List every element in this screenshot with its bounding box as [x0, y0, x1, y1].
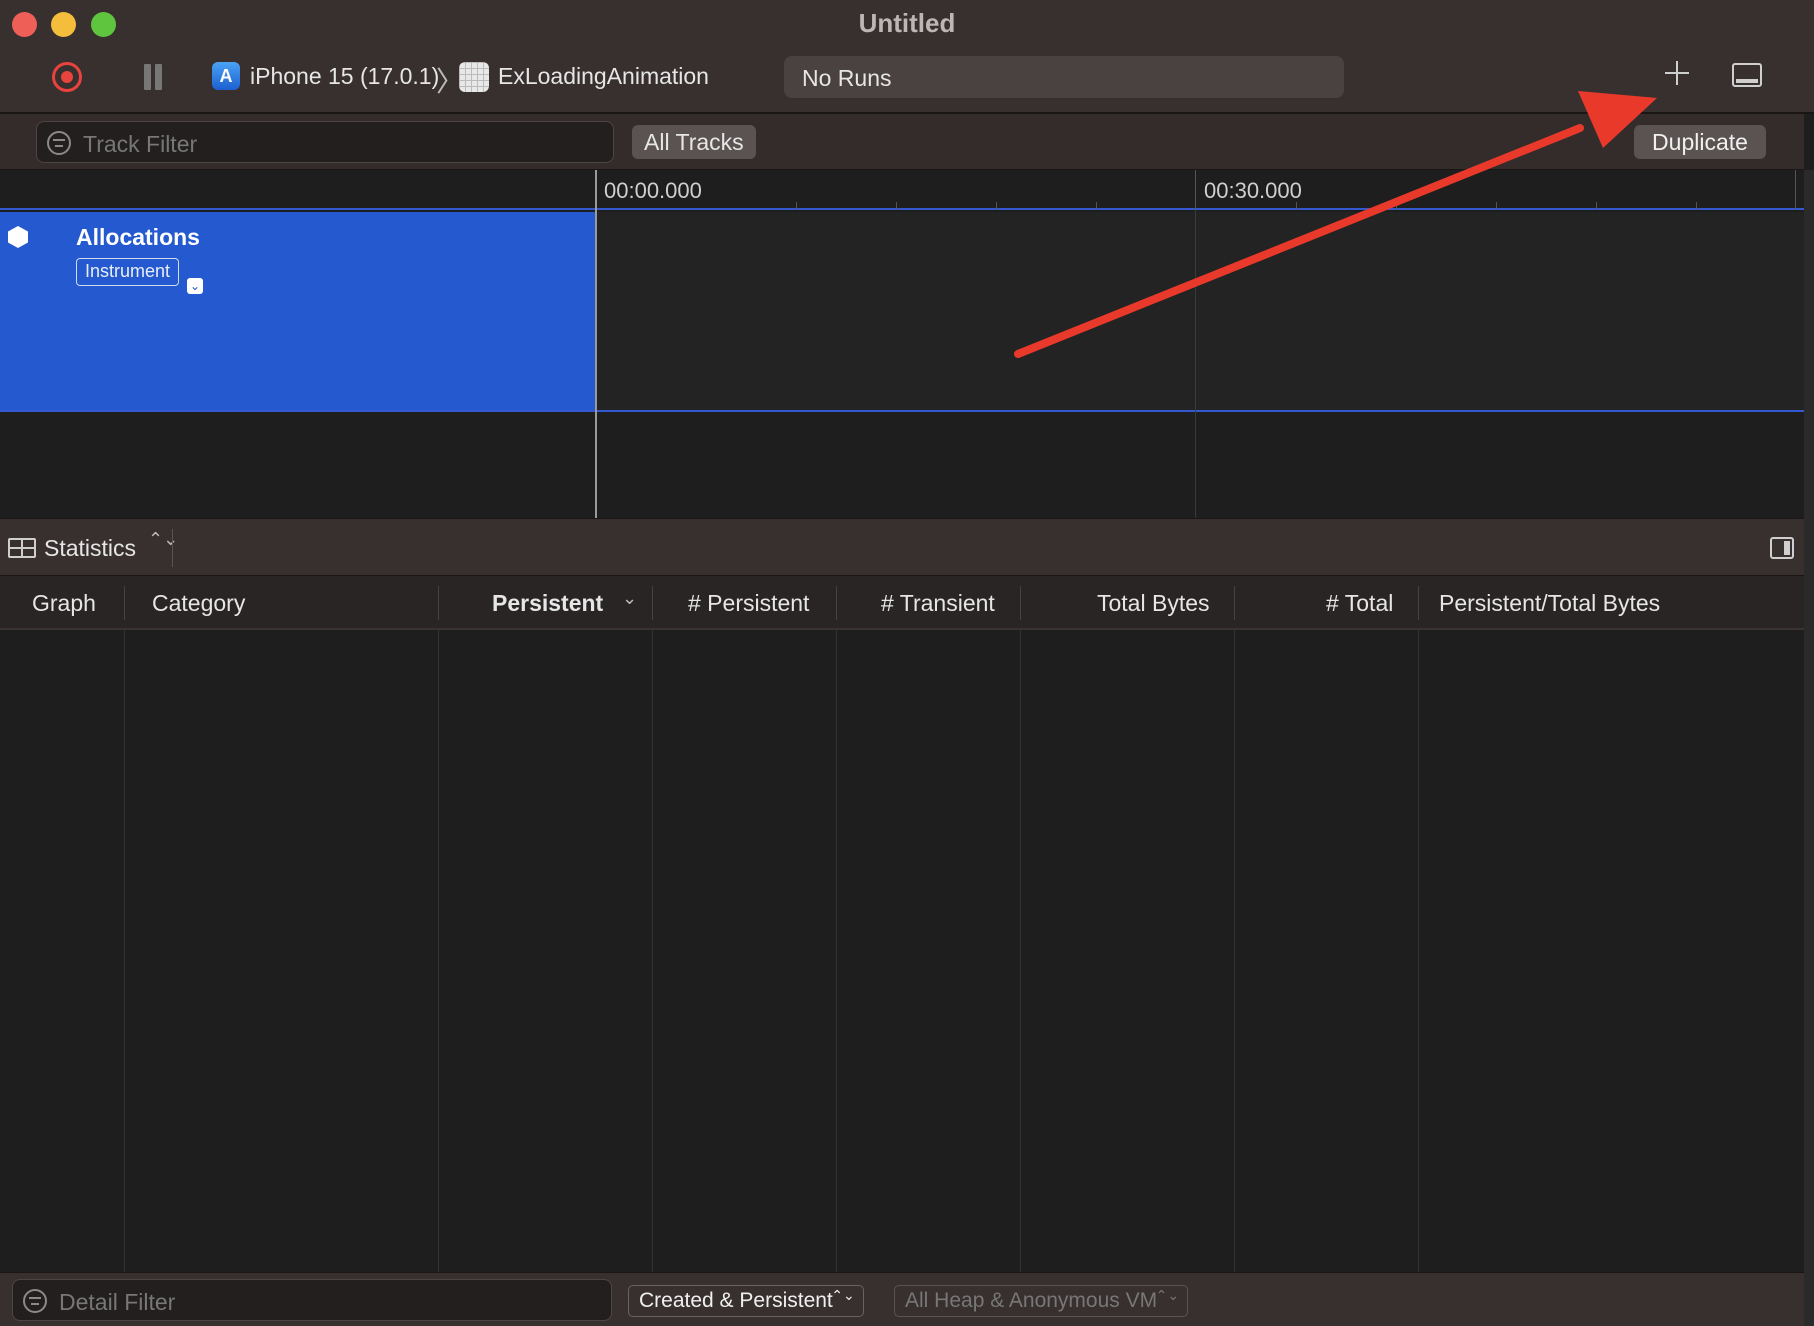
detail-filter-input[interactable]: Detail Filter — [12, 1279, 612, 1321]
xcode-app-icon: A — [212, 62, 240, 90]
column-header-category[interactable]: Category — [152, 590, 245, 617]
duplicate-button[interactable]: Duplicate — [1634, 125, 1766, 159]
column-header-total-count[interactable]: # Total — [1326, 590, 1393, 617]
detail-view-selector[interactable]: Statistics — [44, 535, 136, 562]
window-title: Untitled — [858, 8, 956, 38]
statistics-table[interactable] — [0, 630, 1804, 1272]
allocation-type-value: All Heap & Anonymous VM — [905, 1289, 1158, 1312]
updown-chevron-icon: ⌃⌄ — [831, 1287, 855, 1303]
time-ruler: 00:00.000 00:30.000 — [0, 170, 1804, 210]
updown-chevron-icon[interactable]: ⌃⌄ — [148, 530, 178, 548]
inspector-icon[interactable] — [1770, 537, 1794, 559]
sort-descending-icon[interactable]: ⌄ — [622, 588, 637, 609]
track-type-badge: Instrument — [76, 258, 180, 286]
allocations-track-header[interactable]: Allocations Instrument ⌄ — [0, 212, 596, 412]
runs-label: No Runs — [802, 65, 892, 91]
pause-button[interactable] — [142, 64, 164, 90]
track-title: Allocations — [76, 224, 200, 250]
allocation-lifespan-value: Created & Persistent — [639, 1289, 833, 1312]
column-header-persistent-count[interactable]: # Persistent — [688, 590, 809, 617]
detail-view-bar: Statistics ⌃⌄ — [0, 518, 1804, 576]
table-header: Graph Category Persistent ⌄ # Persistent… — [0, 576, 1804, 630]
allocation-lifespan-popup[interactable]: Created & Persistent ⌃⌄ — [628, 1285, 864, 1317]
table-grid-icon — [8, 538, 36, 558]
column-header-transient-count[interactable]: # Transient — [881, 590, 995, 617]
playhead[interactable] — [595, 170, 597, 518]
allocations-track-graph[interactable] — [596, 212, 1804, 412]
cube-icon — [8, 226, 28, 248]
bottom-panel-icon[interactable] — [1732, 63, 1762, 87]
detail-filter-placeholder: Detail Filter — [59, 1289, 176, 1315]
ruler-tick-label: 00:30.000 — [1204, 178, 1302, 203]
all-tracks-button[interactable]: All Tracks — [632, 125, 756, 159]
updown-chevron-icon: ⌃⌄ — [1155, 1287, 1180, 1303]
filter-icon — [23, 1289, 47, 1313]
runs-selector[interactable]: No Runs — [784, 56, 1344, 98]
ruler-tick-label: 00:00.000 — [604, 178, 702, 203]
title-bar: Untitled A iPhone 15 (17.0.1) 〉 ExLoadin… — [0, 0, 1814, 114]
column-header-persistent[interactable]: Persistent — [492, 590, 603, 617]
device-selector[interactable]: iPhone 15 (17.0.1) — [250, 63, 439, 90]
record-button[interactable] — [52, 62, 82, 92]
track-filter-bar: Track Filter All Tracks Duplicate — [0, 114, 1804, 170]
bottom-bar: Detail Filter Created & Persistent ⌃⌄ Al… — [0, 1272, 1804, 1326]
plus-icon[interactable] — [1662, 58, 1692, 88]
target-app-icon — [459, 62, 489, 92]
track-filter-input[interactable]: Track Filter — [36, 121, 614, 163]
column-header-total-bytes[interactable]: Total Bytes — [1097, 590, 1210, 617]
column-header-graph[interactable]: Graph — [32, 590, 96, 617]
timeline: 00:00.000 00:30.000 Allocations Instrume… — [0, 170, 1814, 518]
filter-icon — [47, 131, 71, 155]
target-selector[interactable]: ExLoadingAnimation — [498, 63, 709, 90]
column-header-persistent-total-bytes[interactable]: Persistent/Total Bytes — [1439, 590, 1660, 617]
detail-scrollbar[interactable] — [1804, 518, 1814, 1326]
chevron-down-icon[interactable]: ⌄ — [187, 278, 203, 294]
allocation-type-popup[interactable]: All Heap & Anonymous VM ⌃⌄ — [894, 1285, 1189, 1317]
divider — [172, 529, 173, 567]
track-filter-placeholder: Track Filter — [83, 131, 198, 157]
timeline-scrollbar[interactable] — [1804, 170, 1814, 518]
